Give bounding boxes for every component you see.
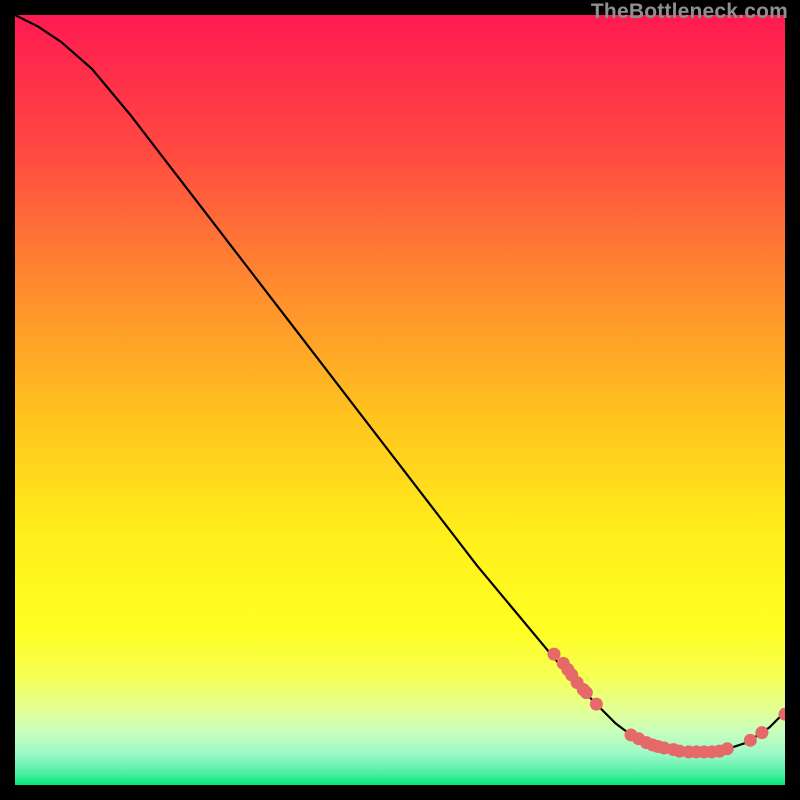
data-marker xyxy=(580,686,593,699)
data-marker xyxy=(590,698,603,711)
bottleneck-chart xyxy=(15,15,785,785)
data-marker xyxy=(548,648,561,661)
data-marker xyxy=(755,726,768,739)
data-marker xyxy=(744,734,757,747)
watermark-text: TheBottleneck.com xyxy=(591,0,788,24)
gradient-background xyxy=(15,15,785,785)
data-marker xyxy=(721,742,734,755)
